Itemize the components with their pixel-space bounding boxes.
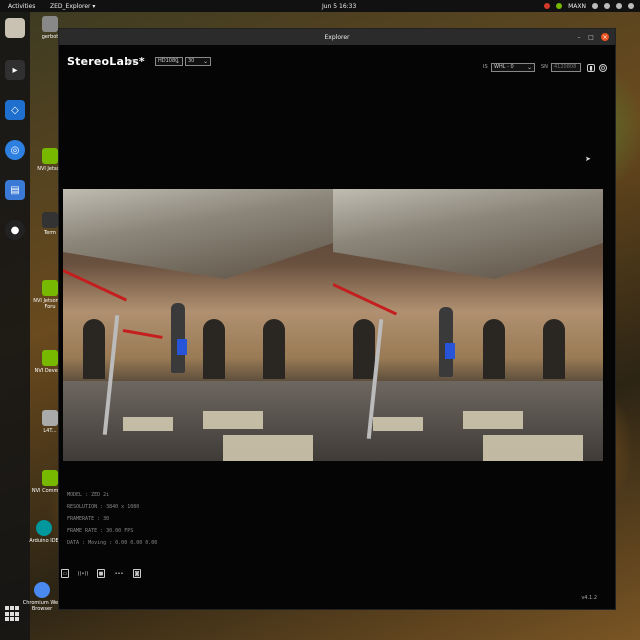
scene-ceiling xyxy=(63,189,333,279)
scene-arch xyxy=(263,319,285,379)
camera-icon[interactable]: ◙ xyxy=(133,569,141,578)
chevron-down-icon: ⌄ xyxy=(174,58,180,65)
obs-icon[interactable]: ● xyxy=(5,220,25,240)
dock: ▸ ◇ ◎ ▤ ● xyxy=(0,12,30,640)
version-label: v4.1.2 xyxy=(581,595,597,601)
info-line: FRAME RATE : 30.00 FPS xyxy=(67,528,134,534)
scene-floor-tile xyxy=(463,411,523,429)
scene-floor-tile xyxy=(373,417,423,431)
nvidia-icon xyxy=(42,280,58,296)
serial-field[interactable]: 4120808 xyxy=(551,63,581,72)
stereo-view[interactable] xyxy=(63,189,603,461)
scene-arch xyxy=(83,319,105,379)
camera-info-panel: MODEL : ZED 2i RESOLUTION : 3840 x 1080 … xyxy=(67,489,157,549)
scene-rope xyxy=(122,329,163,339)
info-line: DATA : Moving : 0.00 0.00 0.00 xyxy=(67,540,158,546)
scene-floor-tile xyxy=(483,435,583,461)
scene-sign xyxy=(445,343,455,359)
volume-icon[interactable] xyxy=(616,3,622,9)
nvidia-icon xyxy=(42,350,58,366)
chevron-down-icon: ⌄ xyxy=(526,64,532,71)
scene-floor-tile xyxy=(203,411,263,429)
scene-person xyxy=(439,307,453,377)
calendar-icon[interactable]: ▤ xyxy=(5,180,25,200)
info-line: FRAMERATE : 30 xyxy=(67,516,110,522)
record-icon[interactable]: ■ xyxy=(97,569,105,578)
scene-arch xyxy=(353,319,375,379)
close-icon[interactable]: × xyxy=(601,33,609,41)
scene-sign xyxy=(177,339,187,355)
help-icon[interactable] xyxy=(592,3,598,9)
wireless-icon[interactable]: ((•)) xyxy=(78,569,89,578)
info-line: MODEL : ZED 2i xyxy=(67,492,110,498)
scene-arch xyxy=(203,319,225,379)
explorer-window: Explorer – □ × StereoLabs* LIVE HD1080 ⌄ … xyxy=(58,28,616,610)
vscode-icon[interactable]: ◇ xyxy=(5,100,25,120)
scene-arch xyxy=(543,319,565,379)
scene-person xyxy=(171,303,185,373)
chromium-icon xyxy=(34,582,50,598)
more-icon[interactable]: ••• xyxy=(115,569,124,578)
scene-ceiling xyxy=(333,189,603,279)
clock[interactable]: Jun 5 16:33 xyxy=(322,3,356,10)
right-camera-view xyxy=(333,189,603,461)
scene-floor-tile xyxy=(223,435,313,461)
system-menu-icon[interactable] xyxy=(628,3,634,9)
file-icon xyxy=(42,16,58,32)
scene-rope xyxy=(63,269,128,302)
system-tray[interactable]: MAXN xyxy=(544,3,634,10)
serial-label: SN xyxy=(541,64,548,70)
file-icon xyxy=(42,410,58,426)
scene-rope xyxy=(333,283,398,316)
activities-button[interactable]: Activities xyxy=(8,3,35,10)
terminal-icon xyxy=(42,212,58,228)
battery-icon[interactable]: ▮ xyxy=(587,64,595,72)
maximize-icon[interactable]: □ xyxy=(587,33,595,41)
show-apps-icon[interactable] xyxy=(5,606,21,622)
left-camera-view xyxy=(63,189,333,461)
nvidia-icon[interactable] xyxy=(556,3,563,9)
power-mode-label[interactable]: MAXN xyxy=(568,3,586,10)
scene-arch xyxy=(483,319,505,379)
power-icon[interactable] xyxy=(544,3,551,9)
network-icon[interactable] xyxy=(604,3,610,9)
arduino-icon xyxy=(36,520,52,536)
live-label: LIVE xyxy=(125,59,136,65)
resolution-select[interactable]: HD1080 ⌄ xyxy=(155,57,183,66)
minimize-icon[interactable]: – xyxy=(575,33,583,41)
folder-icon[interactable]: ▭ xyxy=(61,569,69,578)
chromium-icon[interactable]: ◎ xyxy=(5,140,25,160)
nvidia-icon xyxy=(42,148,58,164)
top-bar: Activities ZED_Explorer ▾ Jun 5 16:33 MA… xyxy=(0,0,640,12)
white-balance-select[interactable]: WHL - 0 ⌄ xyxy=(491,63,535,72)
app-menu[interactable]: ZED_Explorer ▾ xyxy=(50,3,95,10)
scene-floor-tile xyxy=(123,417,173,431)
info-line: RESOLUTION : 3840 x 1080 xyxy=(67,504,140,510)
bottom-toolbar: ▭ ((•)) ■ ••• ◙ xyxy=(61,569,141,578)
files-icon[interactable] xyxy=(5,18,25,38)
chevron-down-icon: ⌄ xyxy=(202,58,208,65)
mouse-cursor-icon: ➤ xyxy=(585,155,591,163)
fps-select[interactable]: 30 ⌄ xyxy=(185,57,211,66)
terminal-icon[interactable]: ▸ xyxy=(5,60,25,80)
settings-gear-icon[interactable]: ⚙ xyxy=(599,64,607,72)
desktop-item[interactable]: Chromium Web Browser xyxy=(22,582,62,612)
ctrl-label: IS xyxy=(483,64,488,70)
window-titlebar[interactable]: Explorer – □ × xyxy=(59,29,615,45)
window-title: Explorer xyxy=(324,33,350,41)
nvidia-icon xyxy=(42,470,58,486)
